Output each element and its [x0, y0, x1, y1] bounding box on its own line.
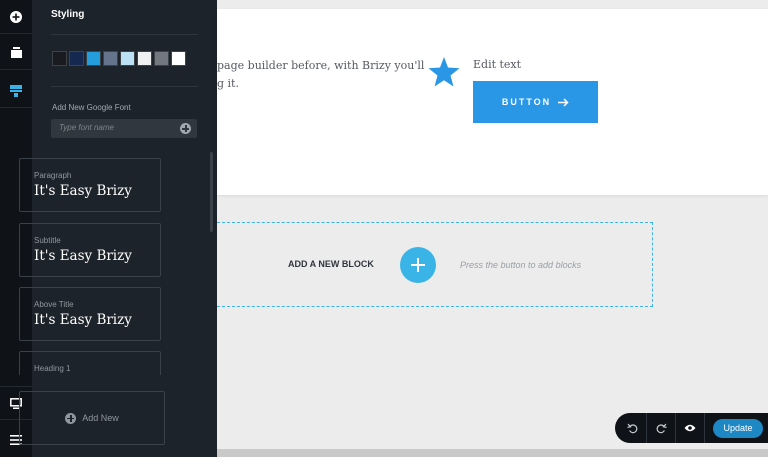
- add-new-block-label: ADD A NEW BLOCK: [288, 259, 374, 269]
- font-style-label: Subtitle: [34, 236, 61, 245]
- panel-title: Styling: [51, 9, 85, 20]
- add-element-button[interactable]: [0, 0, 32, 34]
- font-style-label: Heading 1: [34, 364, 71, 373]
- font-style-label: Paragraph: [34, 171, 72, 180]
- palette-swatch[interactable]: [171, 51, 186, 66]
- bottom-toolbar: Update: [615, 413, 768, 443]
- google-font-input[interactable]: Type font name: [51, 119, 197, 138]
- blocks-icon: [10, 47, 22, 58]
- google-font-placeholder: Type font name: [59, 123, 114, 132]
- palette-swatch[interactable]: [154, 51, 169, 66]
- update-button[interactable]: Update: [713, 418, 763, 438]
- cta-button[interactable]: BUTTON: [473, 81, 598, 123]
- font-style-sample: It's Easy Brizy: [34, 183, 132, 199]
- add-element-icon: [10, 10, 22, 23]
- divider: [51, 34, 198, 35]
- font-style-sample: It's Easy Brizy: [34, 248, 132, 264]
- blocks-button[interactable]: [0, 36, 32, 70]
- redo-button[interactable]: [647, 413, 676, 443]
- google-font-label: Add New Google Font: [52, 103, 131, 112]
- add-block-button[interactable]: [400, 247, 436, 283]
- styling-button[interactable]: [0, 74, 32, 108]
- color-palette: [52, 51, 186, 66]
- palette-swatch[interactable]: [137, 51, 152, 66]
- canvas-scrollbar[interactable]: [217, 449, 768, 457]
- divider: [51, 86, 198, 87]
- font-style-card-subtitle[interactable]: Subtitle It's Easy Brizy: [19, 223, 161, 277]
- font-style-card-paragraph[interactable]: Paragraph It's Easy Brizy: [19, 158, 161, 212]
- font-style-card-above-title[interactable]: Above Title It's Easy Brizy: [19, 287, 161, 341]
- font-style-list: Paragraph It's Easy Brizy Subtitle It's …: [19, 158, 161, 375]
- cta-button-label: BUTTON: [501, 97, 552, 107]
- palette-swatch[interactable]: [52, 51, 67, 66]
- add-new-label: Add New: [82, 413, 119, 423]
- redo-icon: [656, 423, 667, 433]
- add-new-font-style-button[interactable]: Add New: [19, 391, 165, 445]
- add-font-icon[interactable]: [180, 123, 191, 134]
- font-style-sample: It's Easy Brizy: [34, 312, 132, 328]
- font-style-card-heading-1[interactable]: Heading 1: [19, 351, 161, 375]
- undo-icon: [626, 423, 637, 433]
- palette-swatch[interactable]: [86, 51, 101, 66]
- preview-button[interactable]: [676, 413, 705, 443]
- arrow-right-icon: [558, 97, 569, 107]
- edit-text[interactable]: Edit text: [473, 58, 521, 71]
- palette-swatch[interactable]: [120, 51, 135, 66]
- undo-button[interactable]: [618, 413, 647, 443]
- font-style-label: Above Title: [34, 300, 74, 309]
- add-block-hint: Press the button to add blocks: [460, 260, 582, 270]
- add-icon: [65, 412, 77, 424]
- star-icon[interactable]: [428, 57, 460, 87]
- palette-swatch[interactable]: [103, 51, 118, 66]
- eye-icon: [684, 424, 696, 432]
- panel-scrollbar[interactable]: [210, 152, 213, 232]
- body-text[interactable]: page builder before, with Brizy you'll g…: [217, 57, 424, 93]
- styling-icon: [10, 84, 22, 97]
- palette-swatch[interactable]: [69, 51, 84, 66]
